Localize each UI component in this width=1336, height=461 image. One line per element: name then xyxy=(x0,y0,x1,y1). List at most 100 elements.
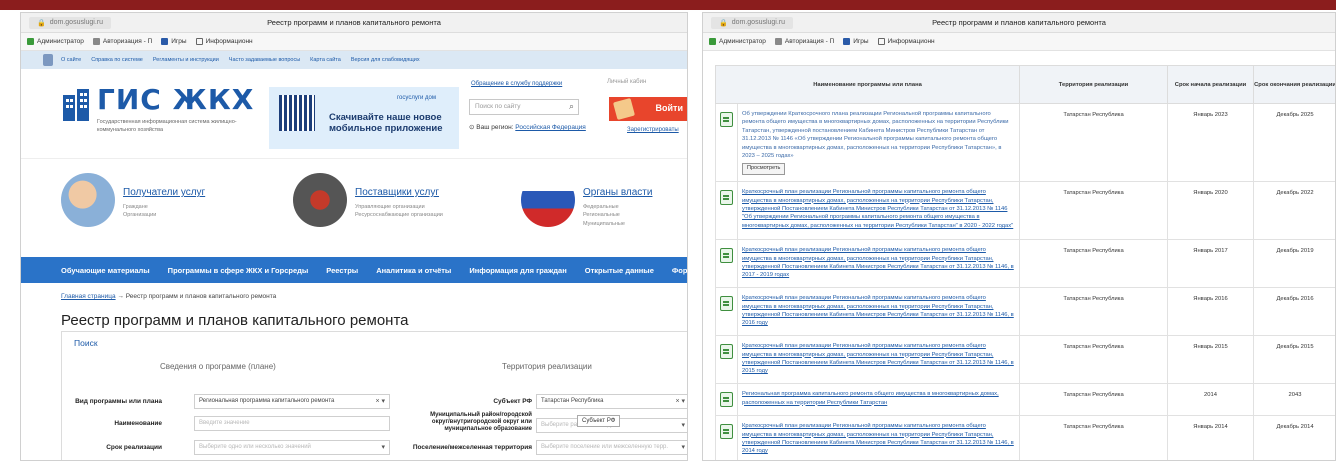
view-button[interactable]: Просмотреть xyxy=(742,163,786,176)
document-icon[interactable] xyxy=(720,248,733,264)
search-panel: Поиск Сведения о программе (плане) Терри… xyxy=(61,331,687,460)
subitem-citizens[interactable]: Граждане xyxy=(123,203,156,211)
link-help[interactable]: Справка по системе xyxy=(91,57,143,63)
search-icon[interactable]: ⌕ xyxy=(569,101,574,112)
bookmark-admin[interactable]: Администратор xyxy=(709,38,766,45)
bookmark-games[interactable]: Игры xyxy=(843,38,869,45)
bookmark-auth[interactable]: Авторизация - П xyxy=(92,38,152,45)
breadcrumb-separator: → xyxy=(117,293,124,300)
settlement-select[interactable]: Выберите поселение или межселенную терр.… xyxy=(536,440,687,455)
nav-registries[interactable]: Реестры xyxy=(326,266,358,275)
breadcrumb: Главная страница → Реестр программ и пла… xyxy=(21,283,687,300)
program-name[interactable]: Краткосрочный план реализации Региональн… xyxy=(737,181,1020,241)
nav-programs[interactable]: Программы в сфере ЖКХ и Горсреды xyxy=(168,266,309,275)
subitem-regional[interactable]: Региональные xyxy=(583,211,625,219)
building-logo-icon xyxy=(63,89,89,121)
breadcrumb-home[interactable]: Главная страница xyxy=(61,293,116,300)
col-header-territory[interactable]: Территория реализации xyxy=(1019,65,1168,104)
nav-training[interactable]: Обучающие материалы xyxy=(61,266,150,275)
login-button[interactable]: Войти xyxy=(609,97,687,121)
row-end: Декабрь 2025 xyxy=(1253,102,1335,183)
subitem-municipal[interactable]: Муниципальные xyxy=(583,220,625,228)
url-bar[interactable]: 🔒 dom.gosuslugi.ru xyxy=(29,16,112,29)
bookmark-admin[interactable]: Администратор xyxy=(27,38,84,45)
settlement-label: Поселение/межселенная территория xyxy=(412,444,532,451)
emblem-icon xyxy=(43,54,53,66)
recipients-photo xyxy=(61,173,115,227)
link-sitemap[interactable]: Карта сайта xyxy=(310,57,341,63)
url-bar[interactable]: 🔒 dom.gosuslugi.ru xyxy=(711,16,794,29)
link-accessible-version[interactable]: Версия для слабовидящих xyxy=(351,57,420,63)
program-name[interactable]: Краткосрочный план реализации Региональн… xyxy=(737,415,1020,460)
table-row[interactable]: Краткосрочный план реализации Региональн… xyxy=(715,335,1335,385)
clear-dropdown-icon[interactable]: × ▾ xyxy=(675,397,685,405)
region-label: Ваш регион: xyxy=(476,124,514,131)
site-search-input[interactable]: Поиск по сайту ⌕ xyxy=(469,99,579,115)
program-name[interactable]: Региональная программа капитального ремо… xyxy=(737,383,1020,417)
type-select[interactable]: Региональная программа капитального ремо… xyxy=(194,394,390,409)
chevron-down-icon[interactable]: ▾ xyxy=(381,443,385,451)
col-header-start[interactable]: Срок начала реализации xyxy=(1167,65,1254,104)
category-title[interactable]: Органы власти xyxy=(583,187,652,198)
region-link[interactable]: Российская Федерация xyxy=(515,124,586,131)
link-regulations[interactable]: Регламенты и инструкции xyxy=(153,57,219,63)
document-icon[interactable] xyxy=(720,392,733,408)
nav-open-data[interactable]: Открытые данные xyxy=(585,266,654,275)
table-row[interactable]: Об утверждении Краткосрочного плана реал… xyxy=(715,102,1335,183)
table-row[interactable]: Краткосрочный план реализации Региональн… xyxy=(715,181,1335,241)
document-icon[interactable] xyxy=(720,424,733,440)
nav-forum[interactable]: Форум xyxy=(672,266,687,275)
support-link[interactable]: Обращение в службу поддержки xyxy=(471,81,562,87)
table-row[interactable]: Краткосрочный план реализации Региональн… xyxy=(715,415,1335,460)
lock-icon: 🔒 xyxy=(37,19,46,27)
section-program-title: Сведения о программе (плане) xyxy=(160,362,276,371)
nav-analytics[interactable]: Аналитика и отчёты xyxy=(376,266,451,275)
bookmark-label: Авторизация - П xyxy=(784,38,835,45)
nav-citizens-info[interactable]: Информация для граждан xyxy=(469,266,566,275)
chevron-down-icon[interactable]: ▾ xyxy=(681,421,685,429)
document-icon[interactable] xyxy=(720,112,733,127)
subitem-resource[interactable]: Ресурсоснабжающие организации xyxy=(355,211,443,219)
mobile-app-banner[interactable]: госуслуги дом Скачивайте наше новое моби… xyxy=(269,87,459,149)
subitem-federal[interactable]: Федеральные xyxy=(583,203,625,211)
bookmark-auth[interactable]: Авторизация - П xyxy=(774,38,835,45)
col-header-name[interactable]: Наименование программы или плана xyxy=(715,65,1020,104)
row-icon-cell xyxy=(715,181,738,241)
col-header-end[interactable]: Срок окончания реализации xyxy=(1253,65,1335,104)
municipal-label: Муниципальный район/городской округ/внут… xyxy=(430,412,532,432)
clear-dropdown-icon[interactable]: × ▾ xyxy=(375,397,385,405)
row-icon-cell xyxy=(715,287,738,337)
document-icon[interactable] xyxy=(720,344,733,360)
name-input[interactable]: Введите значение xyxy=(194,416,390,431)
subitem-organizations[interactable]: Организации xyxy=(123,211,156,219)
search-panel-title[interactable]: Поиск xyxy=(62,332,687,354)
arrow-icon xyxy=(27,38,34,45)
document-icon[interactable] xyxy=(720,296,733,312)
bookmark-info[interactable]: Информационн xyxy=(877,38,935,45)
program-name[interactable]: Краткосрочный план реализации Региональн… xyxy=(737,335,1020,385)
program-name[interactable]: Краткосрочный план реализации Региональн… xyxy=(737,287,1020,337)
link-faq[interactable]: Часто задаваемые вопросы xyxy=(229,57,300,63)
table-row[interactable]: Региональная программа капитального ремо… xyxy=(715,383,1335,417)
subject-select[interactable]: Татарстан Республика × ▾ xyxy=(536,394,687,409)
period-select[interactable]: Выберите одно или несколько значений ▾ xyxy=(194,440,390,455)
row-end: Декабрь 2014 xyxy=(1253,415,1335,460)
table-row[interactable]: Краткосрочный план реализации Региональн… xyxy=(715,287,1335,337)
register-link[interactable]: Зарегистрироваты xyxy=(627,127,679,133)
right-screen: 🔒 dom.gosuslugi.ru Реестр программ и пла… xyxy=(702,12,1336,461)
bookmark-info[interactable]: Информационн xyxy=(195,38,253,45)
category-title[interactable]: Получатели услуг xyxy=(123,187,205,198)
site-logo-text[interactable]: ГИС ЖКХ xyxy=(97,83,254,116)
document-icon[interactable] xyxy=(720,190,733,206)
chevron-down-icon[interactable]: ▾ xyxy=(681,443,685,451)
region-selector: ⊙ Ваш регион: Российская Федерация xyxy=(469,123,586,131)
link-about[interactable]: О сайте xyxy=(61,57,81,63)
category-subitems: Управляющие организации Ресурсоснабжающие… xyxy=(355,203,443,220)
program-name[interactable]: Об утверждении Краткосрочного плана реал… xyxy=(742,111,1009,159)
row-territory: Татарстан Республика xyxy=(1019,181,1168,241)
table-row[interactable]: Краткосрочный план реализации Региональн… xyxy=(715,239,1335,289)
bookmark-games[interactable]: Игры xyxy=(161,38,187,45)
category-title[interactable]: Поставщики услуг xyxy=(355,187,439,198)
subitem-management[interactable]: Управляющие организации xyxy=(355,203,443,211)
program-name[interactable]: Краткосрочный план реализации Региональн… xyxy=(737,239,1020,289)
